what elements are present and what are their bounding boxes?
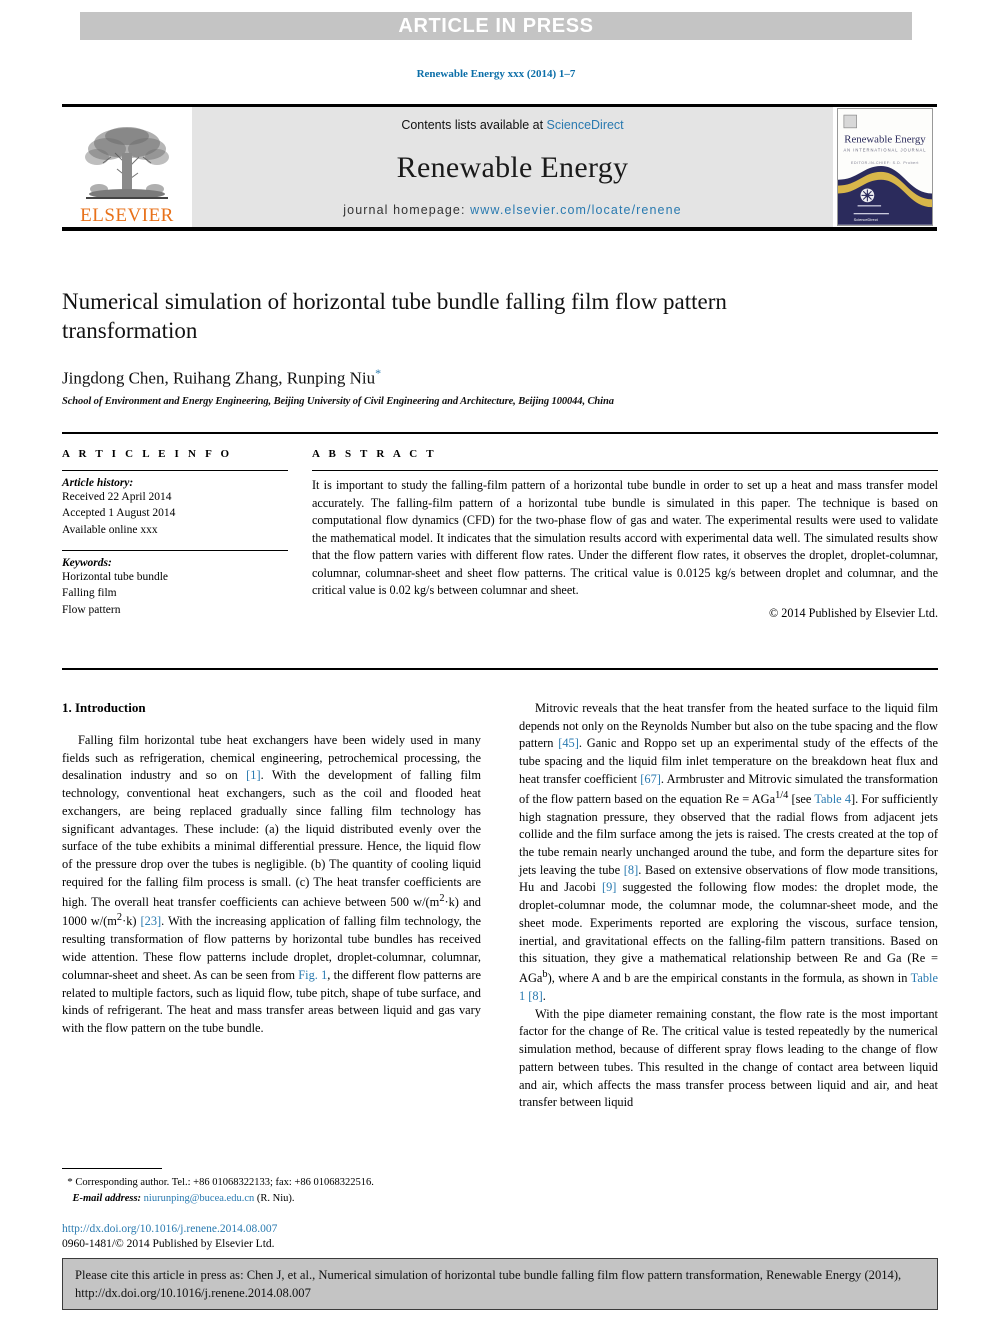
- doi-link[interactable]: http://dx.doi.org/10.1016/j.renene.2014.…: [62, 1222, 492, 1237]
- right-text-h: ), where A and b are the empirical const…: [547, 971, 911, 986]
- superscript-exp: 1/4: [775, 789, 789, 801]
- svg-text:EDITOR-IN-CHIEF: S.D. Probert: EDITOR-IN-CHIEF: S.D. Probert: [851, 161, 919, 165]
- article-history-received: Received 22 April 2014: [62, 491, 172, 503]
- cite-this-article-text: Please cite this article in press as: Ch…: [75, 1268, 902, 1300]
- author-list: Jingdong Chen, Ruihang Zhang, Runping Ni…: [62, 366, 762, 389]
- article-in-press-banner: ARTICLE IN PRESS: [80, 12, 912, 40]
- journal-homepage-link[interactable]: www.elsevier.com/locate/renene: [470, 203, 682, 217]
- email-link[interactable]: niurunping@bucea.edu.cn: [144, 1193, 255, 1204]
- intro-paragraph-3: With the pipe diameter remaining constan…: [519, 1006, 938, 1110]
- article-history-online: Available online xxx: [62, 523, 158, 536]
- journal-cover-block: Renewable Energy AN INTERNATIONAL JOURNA…: [833, 107, 937, 227]
- citation-ref-23[interactable]: [23]: [141, 915, 162, 929]
- citation-ref-1[interactable]: [1]: [246, 768, 260, 782]
- title-block: Numerical simulation of horizontal tube …: [62, 288, 762, 407]
- intro-paragraph-2: Mitrovic reveals that the heat transfer …: [519, 700, 938, 1006]
- keyword-item: Horizontal tube bundle: [62, 570, 169, 583]
- body-column-left: 1. Introduction Falling film horizontal …: [62, 700, 481, 1220]
- svg-text:ScienceDirect: ScienceDirect: [854, 217, 879, 222]
- keyword-item: Flow pattern: [62, 603, 121, 616]
- article-history-label: Article history:: [62, 477, 134, 489]
- right-text-d: [see: [788, 791, 815, 806]
- keywords-rule: [62, 549, 288, 551]
- affiliation: School of Environment and Energy Enginee…: [62, 395, 614, 407]
- keyword-item: Falling film: [62, 587, 117, 600]
- cite-this-article-box: Please cite this article in press as: Ch…: [62, 1258, 938, 1310]
- section-heading-introduction: 1. Introduction: [62, 700, 146, 715]
- article-info-rule: [62, 470, 288, 471]
- footnote-email-line: E-mail address: niurunping@bucea.edu.cn …: [62, 1191, 481, 1206]
- elsevier-tree-icon: [85, 127, 169, 199]
- abstract-heading: A B S T R A C T: [312, 448, 437, 460]
- corresponding-author-marker[interactable]: *: [375, 366, 381, 380]
- journal-masthead: ELSEVIER Contents lists available at Sci…: [62, 104, 937, 231]
- right-text-g: suggested the following flow modes: the …: [519, 880, 938, 986]
- intro-paragraph-1: Falling film horizontal tube heat exchan…: [62, 732, 481, 1038]
- journal-homepage-line: journal homepage: www.elsevier.com/locat…: [343, 203, 681, 217]
- elsevier-wordmark: ELSEVIER: [80, 205, 174, 226]
- author-names: Jingdong Chen, Ruihang Zhang, Runping Ni…: [62, 368, 376, 388]
- keywords-label: Keywords:: [62, 556, 112, 569]
- journal-cover-image: Renewable Energy AN INTERNATIONAL JOURNA…: [837, 108, 933, 226]
- publisher-logo-block: ELSEVIER: [62, 107, 192, 227]
- contents-lists-line: Contents lists available at ScienceDirec…: [401, 118, 623, 132]
- abstract-text: It is important to study the falling-fil…: [312, 478, 938, 598]
- email-address-label: E-mail address:: [72, 1192, 142, 1204]
- abstract-rule: [312, 470, 938, 471]
- journal-title: Renewable Energy: [396, 150, 629, 184]
- body-column-right: Mitrovic reveals that the heat transfer …: [519, 700, 938, 1220]
- abstract-copyright: © 2014 Published by Elsevier Ltd.: [768, 605, 938, 620]
- citation-ref-9[interactable]: [9]: [602, 880, 616, 894]
- body-separator-rule: [62, 668, 938, 670]
- right-text-i: .: [542, 989, 546, 1003]
- abstract-column: A B S T R A C T It is important to study…: [312, 448, 938, 621]
- journal-homepage-prefix: journal homepage:: [343, 203, 471, 217]
- article-info-heading: A R T I C L E I N F O: [62, 448, 233, 460]
- masthead-bottom-rule: [62, 227, 937, 231]
- info-abstract-region: A R T I C L E I N F O Article history: R…: [62, 432, 938, 621]
- citation-ref-8[interactable]: [8]: [624, 863, 638, 877]
- footnote-contact-line: * Corresponding author. Tel.: +86 010683…: [62, 1175, 481, 1191]
- footnote-star-marker: *: [67, 1176, 73, 1188]
- sciencedirect-link[interactable]: ScienceDirect: [547, 118, 624, 132]
- intro-text-d: ·k): [122, 914, 141, 929]
- article-info-column: A R T I C L E I N F O Article history: R…: [62, 448, 312, 621]
- page-title: Numerical simulation of horizontal tube …: [62, 289, 727, 343]
- svg-text:AN INTERNATIONAL JOURNAL: AN INTERNATIONAL JOURNAL: [843, 147, 926, 152]
- corresponding-author-footnote: * Corresponding author. Tel.: +86 010683…: [62, 1168, 481, 1206]
- contents-lists-prefix: Contents lists available at: [401, 118, 547, 132]
- body-columns: 1. Introduction Falling film horizontal …: [62, 700, 938, 1220]
- intro-text-b: . With the development of falling film t…: [62, 768, 481, 909]
- masthead-center: Contents lists available at ScienceDirec…: [192, 107, 833, 227]
- svg-text:Renewable Energy: Renewable Energy: [844, 134, 926, 146]
- footnote-rule: [62, 1168, 162, 1169]
- article-in-press-label: ARTICLE IN PRESS: [398, 14, 594, 37]
- email-owner: (R. Niu).: [256, 1192, 295, 1204]
- article-history-accepted: Accepted 1 August 2014: [62, 507, 176, 520]
- citation-ref-45[interactable]: [45]: [558, 736, 579, 750]
- doi-issn-block: http://dx.doi.org/10.1016/j.renene.2014.…: [62, 1222, 492, 1252]
- citation-ref-67[interactable]: [67]: [640, 772, 661, 786]
- figure-ref-fig1[interactable]: Fig. 1: [298, 968, 327, 982]
- running-head: Renewable Energy xxx (2014) 1–7: [416, 68, 576, 80]
- table-ref-table4[interactable]: Table 4: [814, 792, 851, 806]
- issn-copyright-line: 0960-1481/© 2014 Published by Elsevier L…: [62, 1237, 275, 1250]
- footnote-contact-text: Corresponding author. Tel.: +86 01068322…: [75, 1177, 374, 1188]
